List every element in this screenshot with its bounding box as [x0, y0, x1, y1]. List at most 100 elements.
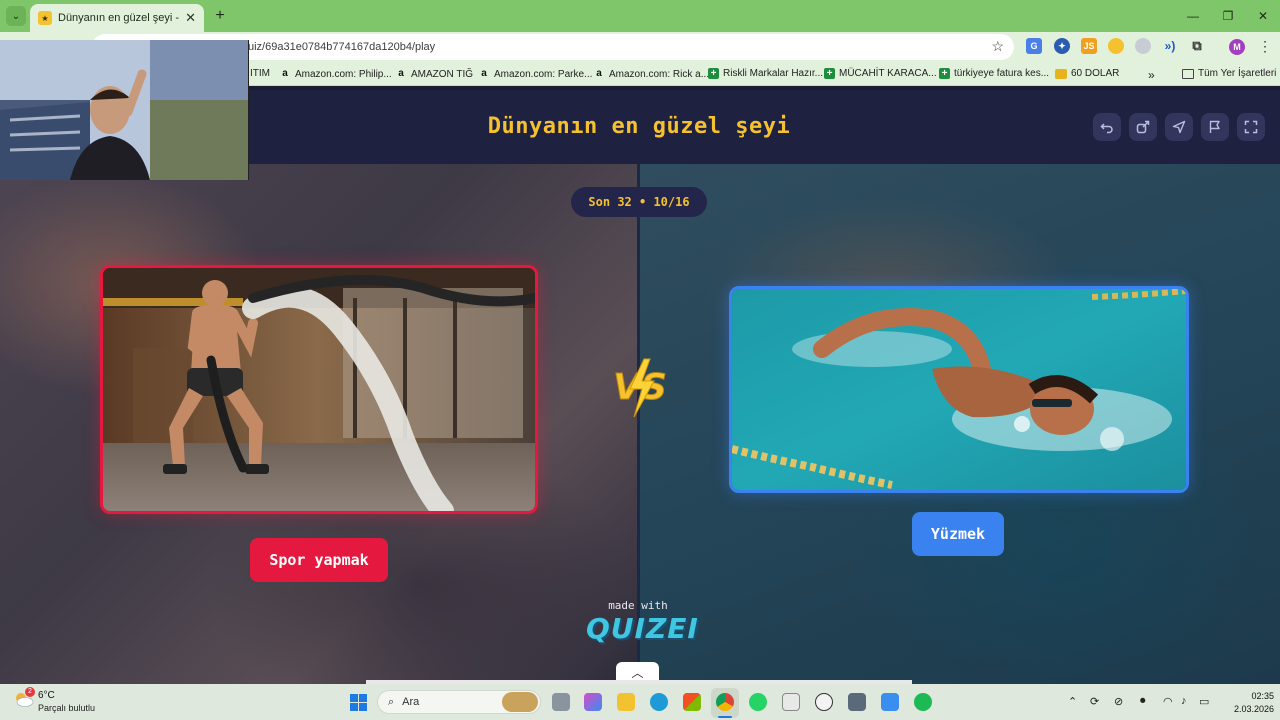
file-explorer-icon[interactable]: [617, 693, 635, 711]
bookmark-item[interactable]: a Amazon.com: Rick a...: [593, 68, 709, 80]
battery-icon[interactable]: ▭: [1199, 695, 1209, 708]
temperature[interactable]: 6°C: [38, 690, 55, 701]
windows-start-icon[interactable]: [350, 694, 367, 711]
shield-extension-icon[interactable]: [1135, 38, 1151, 54]
tab-close-icon[interactable]: ✕: [185, 10, 196, 26]
all-bookmarks-label: Tüm Yer İşaretleri: [1198, 68, 1277, 79]
choice-button-right[interactable]: Yüzmek: [912, 512, 1004, 556]
chrome-icon[interactable]: [716, 693, 734, 711]
bookmark-item[interactable]: + türkiyeye fatura kes...: [939, 68, 1049, 79]
bookmark-label: Amazon.com: Parke...: [494, 68, 593, 80]
browser-tab-active[interactable]: ★ Dünyanın en güzel şeyi - Tier Li ✕: [30, 4, 204, 32]
more-bookmarks-button[interactable]: »: [1148, 68, 1155, 82]
tab-title: Dünyanın en güzel şeyi - Tier Li: [58, 12, 180, 24]
coin-icon: [1055, 68, 1067, 79]
bookmark-label: MÜCAHİT KARACA...: [839, 68, 937, 79]
copilot-icon[interactable]: [584, 693, 602, 711]
amazon-icon: a: [481, 68, 487, 79]
tray-overflow-icon[interactable]: ⌃: [1068, 695, 1077, 708]
made-with-label: made with: [608, 599, 668, 612]
taskbar-clock[interactable]: 02:35 2.03.2026: [1222, 690, 1274, 716]
amazon-icon: a: [596, 68, 602, 79]
paint-icon[interactable]: [782, 693, 800, 711]
share-button[interactable]: [1129, 113, 1157, 141]
url-text: uiz/69a31e0784b774167da120b4/play: [248, 41, 436, 53]
extension-icon[interactable]: ✦: [1054, 38, 1070, 54]
minimize-button[interactable]: —: [1182, 6, 1204, 26]
bookmark-label: Amazon.com: Rick a...: [609, 68, 710, 80]
browser-menu-icon[interactable]: ⋮: [1258, 38, 1272, 55]
wifi-icon[interactable]: ◠: [1163, 695, 1173, 708]
bookmark-item[interactable]: a Amazon.com: Parke...: [478, 68, 592, 80]
fullscreen-button[interactable]: [1237, 113, 1265, 141]
store-icon[interactable]: [683, 693, 701, 711]
bookmark-label: türkiyeye fatura kes...: [954, 68, 1050, 79]
color-extension-icon[interactable]: [1108, 38, 1124, 54]
sheets-icon: +: [824, 68, 835, 79]
profile-avatar[interactable]: M: [1229, 39, 1245, 55]
sheets-icon: +: [708, 68, 719, 79]
bookmark-star-icon[interactable]: ☆: [991, 38, 1004, 55]
new-tab-button[interactable]: +: [210, 6, 230, 26]
send-icon: [1172, 120, 1186, 134]
amazon-icon: a: [282, 68, 288, 79]
chevron-up-icon: ︿: [631, 666, 644, 680]
left-choice-card[interactable]: [100, 265, 538, 514]
quizei-logo[interactable]: QUIZEI: [586, 612, 698, 645]
microphone-icon[interactable]: ⏺: [1140, 695, 1146, 708]
sync-icon[interactable]: ⟳: [1090, 695, 1099, 708]
amazon-icon: a: [398, 68, 404, 79]
edge-icon[interactable]: [650, 693, 668, 711]
bookmark-label: Amazon.com: Philip...: [295, 68, 392, 80]
weather-description[interactable]: Parçalı bulutlu: [38, 703, 95, 713]
all-bookmarks-button[interactable]: Tüm Yer İşaretleri: [1182, 68, 1276, 79]
close-window-button[interactable]: ✕: [1252, 6, 1274, 26]
tab-search-button[interactable]: ⌄: [6, 6, 26, 26]
folder-icon: [1182, 68, 1194, 79]
network-off-icon[interactable]: ⊘: [1114, 695, 1123, 708]
calculator-icon[interactable]: [848, 693, 866, 711]
vs-badge-icon: VS: [613, 358, 667, 418]
round-indicator: Son 32 • 10/16: [571, 187, 707, 217]
extensions-puzzle-icon[interactable]: ⧉: [1189, 38, 1205, 54]
undo-icon: [1100, 123, 1113, 134]
right-choice-card[interactable]: [729, 286, 1189, 493]
restore-button[interactable]: ❐: [1217, 6, 1239, 26]
send-button[interactable]: [1165, 113, 1193, 141]
quiz-favicon-icon: ★: [38, 11, 52, 25]
flag-icon: [1209, 120, 1220, 133]
bookmark-item[interactable]: + Riskli Markalar Hazır...: [708, 68, 823, 79]
bookmark-label: Riskli Markalar Hazır...: [723, 68, 824, 79]
bookmark-item[interactable]: + MÜCAHİT KARACA...: [824, 68, 937, 79]
js-extension-icon[interactable]: JS: [1081, 38, 1097, 54]
choice-button-left[interactable]: Spor yapmak: [250, 538, 388, 582]
volume-icon[interactable]: ♪: [1181, 695, 1187, 707]
active-indicator: [718, 716, 732, 718]
clock-time: 02:35: [1251, 691, 1274, 701]
webcam-overlay: [0, 40, 249, 180]
clock-app-icon[interactable]: [815, 693, 833, 711]
translate-extension-icon[interactable]: G: [1026, 38, 1042, 54]
fullscreen-icon: [1244, 120, 1258, 134]
bookmark-item[interactable]: a Amazon.com: Philip...: [279, 68, 392, 80]
task-view-icon[interactable]: [552, 693, 570, 711]
bookmark-label: 60 DOLAR: [1071, 68, 1120, 79]
webcam-video: [0, 40, 248, 180]
notepad-icon[interactable]: [881, 693, 899, 711]
sheets-icon: +: [939, 68, 950, 79]
report-button[interactable]: [1201, 113, 1229, 141]
clock-date: 2.03.2026: [1233, 704, 1274, 714]
bookmark-item[interactable]: a AMAZON TIĞ: [395, 68, 473, 80]
bookmark-item[interactable]: ITIM: [250, 68, 270, 79]
audio-extension-icon[interactable]: »): [1162, 38, 1178, 54]
undo-button[interactable]: [1093, 113, 1121, 141]
whatsapp-icon[interactable]: [749, 693, 767, 711]
bookmark-item[interactable]: 60 DOLAR: [1055, 68, 1119, 79]
screen: ⌄ ★ Dünyanın en güzel şeyi - Tier Li ✕ +…: [0, 0, 1280, 720]
spotify-icon[interactable]: [914, 693, 932, 711]
share-icon: [1136, 120, 1150, 134]
search-highlight-image[interactable]: [502, 692, 538, 712]
battle-ropes-image: [103, 268, 535, 511]
bookmark-label: AMAZON TIĞ: [411, 68, 474, 80]
windows-taskbar: [0, 684, 1280, 720]
